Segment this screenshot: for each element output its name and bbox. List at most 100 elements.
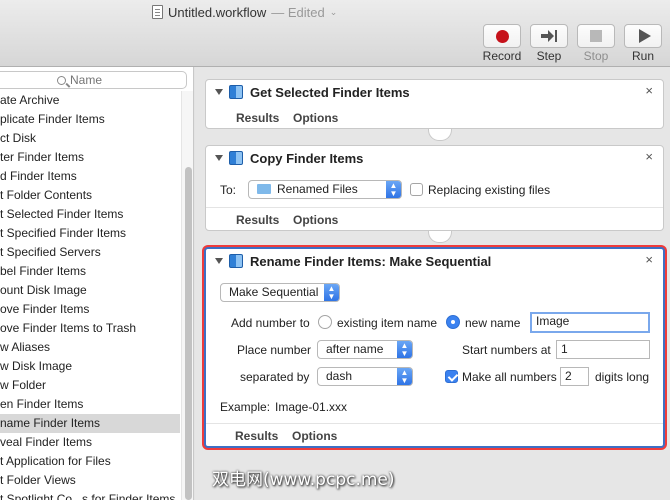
destination-folder-popup[interactable]: Renamed Files ▲ ▼ <box>248 180 402 199</box>
close-icon[interactable]: × <box>645 83 653 98</box>
separated-by-label: separated by <box>240 370 310 384</box>
list-item[interactable]: ove Finder Items <box>0 300 180 319</box>
chevron-updown-icon: ▲ ▼ <box>397 341 412 358</box>
chevron-updown-icon: ▲ ▼ <box>386 181 401 198</box>
disclosure-triangle-icon[interactable] <box>215 155 223 161</box>
document-icon <box>152 5 163 19</box>
replacing-existing-checkbox[interactable] <box>410 183 423 196</box>
chevron-updown-icon: ▲ ▼ <box>324 284 339 301</box>
step-button[interactable] <box>530 24 568 48</box>
results-tab[interactable]: Results <box>236 213 279 227</box>
new-name-input[interactable]: Image <box>530 312 650 333</box>
list-item[interactable]: bel Finder Items <box>0 262 180 281</box>
window-title-text: Untitled.workflow <box>168 4 267 20</box>
record-button[interactable] <box>483 24 521 48</box>
action-title: Rename Finder Items: Make Sequential <box>250 254 492 269</box>
finder-icon <box>229 151 243 165</box>
list-item[interactable]: t Specified Finder Items <box>0 224 180 243</box>
close-icon[interactable]: × <box>645 149 653 164</box>
list-item[interactable]: d Finder Items <box>0 167 180 186</box>
chevron-down-icon[interactable]: ⌄ <box>330 7 338 18</box>
list-item[interactable]: ct Disk <box>0 129 180 148</box>
close-icon[interactable]: × <box>645 252 653 267</box>
existing-item-name-label: existing item name <box>337 316 438 330</box>
list-item[interactable]: t Folder Views <box>0 471 180 490</box>
list-item[interactable]: t Selected Finder Items <box>0 205 180 224</box>
destination-folder-value: Renamed Files <box>277 182 358 196</box>
search-field[interactable] <box>0 71 187 89</box>
action-copy-finder-items[interactable]: Copy Finder Items × To: Renamed Files ▲ ▼… <box>205 145 664 231</box>
run-label: Run <box>631 49 654 63</box>
list-item[interactable]: plicate Finder Items <box>0 110 180 129</box>
rename-mode-value: Make Sequential <box>229 285 319 299</box>
results-tab[interactable]: Results <box>236 111 279 125</box>
disclosure-triangle-icon[interactable] <box>215 89 223 95</box>
play-icon <box>638 29 651 43</box>
example-label: Example: <box>220 400 271 414</box>
new-name-radio[interactable] <box>446 315 460 329</box>
edited-indicator: — Edited <box>271 4 325 20</box>
list-item[interactable]: t Specified Servers <box>0 243 180 262</box>
list-item[interactable]: veal Finder Items <box>0 433 180 452</box>
watermark-text: 双电网(www.pcpc.me) <box>212 470 395 490</box>
make-all-numbers-checkbox[interactable] <box>445 370 458 383</box>
list-item[interactable]: en Finder Items <box>0 395 180 414</box>
run-button[interactable] <box>624 24 662 48</box>
list-item[interactable]: t Folder Contents <box>0 186 180 205</box>
to-label: To: <box>220 183 237 197</box>
action-connector <box>428 129 452 141</box>
record-icon <box>495 29 509 43</box>
sidebar-scrollbar[interactable] <box>181 91 193 500</box>
start-numbers-at-label: Start numbers at <box>462 343 551 357</box>
existing-item-name-radio[interactable] <box>318 315 332 329</box>
place-number-popup[interactable]: after name ▲ ▼ <box>317 340 413 359</box>
rename-mode-popup[interactable]: Make Sequential ▲ ▼ <box>220 283 340 302</box>
action-title: Get Selected Finder Items <box>250 85 410 100</box>
list-item[interactable]: w Disk Image <box>0 357 180 376</box>
new-name-label: new name <box>465 316 521 330</box>
action-list: ate Archive plicate Finder Items ct Disk te… <box>0 91 180 500</box>
finder-icon <box>229 85 243 99</box>
add-number-to-label: Add number to <box>231 316 310 330</box>
search-input[interactable] <box>70 73 120 87</box>
options-tab[interactable]: Options <box>293 213 338 227</box>
action-tabs: Results Options <box>206 106 663 130</box>
list-item[interactable]: w Aliases <box>0 338 180 357</box>
window-toolbar: Untitled.workflow — Edited ⌄ Record Step… <box>0 0 670 67</box>
action-tabs: Results Options <box>206 423 663 447</box>
list-item[interactable]: t Application for Files <box>0 452 180 471</box>
actions-library-sidebar: ate Archiveplicate Finder Itemsct Diskte… <box>0 67 194 500</box>
separator-popup[interactable]: dash ▲ ▼ <box>317 367 413 386</box>
step-icon <box>541 30 557 42</box>
list-item[interactable]: ate Archive <box>0 91 180 110</box>
action-connector <box>428 231 452 243</box>
action-title: Copy Finder Items <box>250 151 364 166</box>
action-header: Copy Finder Items × <box>206 146 663 172</box>
chevron-updown-icon: ▲ ▼ <box>397 368 412 385</box>
options-tab[interactable]: Options <box>292 429 337 443</box>
results-tab[interactable]: Results <box>235 429 278 443</box>
action-rename-finder-items[interactable]: Rename Finder Items: Make Sequential × M… <box>204 247 665 448</box>
finder-icon <box>229 254 243 268</box>
list-item[interactable]: ter Finder Items <box>0 148 180 167</box>
action-header: Rename Finder Items: Make Sequential × <box>206 249 663 275</box>
action-header: Get Selected Finder Items × <box>206 80 663 106</box>
list-item[interactable]: name Finder Items <box>0 414 180 433</box>
sidebar-scroll-thumb[interactable] <box>185 167 192 500</box>
list-item[interactable]: t Spotlight Co...s for Finder Items <box>0 490 180 500</box>
folder-icon <box>257 184 271 194</box>
make-all-numbers-label: Make all numbers <box>462 370 557 384</box>
replacing-existing-label: Replacing existing files <box>428 183 551 197</box>
list-item[interactable]: w Folder <box>0 376 180 395</box>
action-get-selected-finder-items[interactable]: Get Selected Finder Items × Results Opti… <box>205 79 664 129</box>
workflow-area: Get Selected Finder Items × Results Opti… <box>195 67 670 500</box>
disclosure-triangle-icon[interactable] <box>215 258 223 264</box>
digits-input[interactable]: 2 <box>560 367 589 386</box>
list-item[interactable]: ount Disk Image <box>0 281 180 300</box>
options-tab[interactable]: Options <box>293 111 338 125</box>
list-item[interactable]: ove Finder Items to Trash <box>0 319 180 338</box>
digits-long-label: digits long <box>595 370 650 384</box>
start-number-input[interactable]: 1 <box>556 340 650 359</box>
search-icon <box>57 75 66 85</box>
stop-button[interactable] <box>577 24 615 48</box>
